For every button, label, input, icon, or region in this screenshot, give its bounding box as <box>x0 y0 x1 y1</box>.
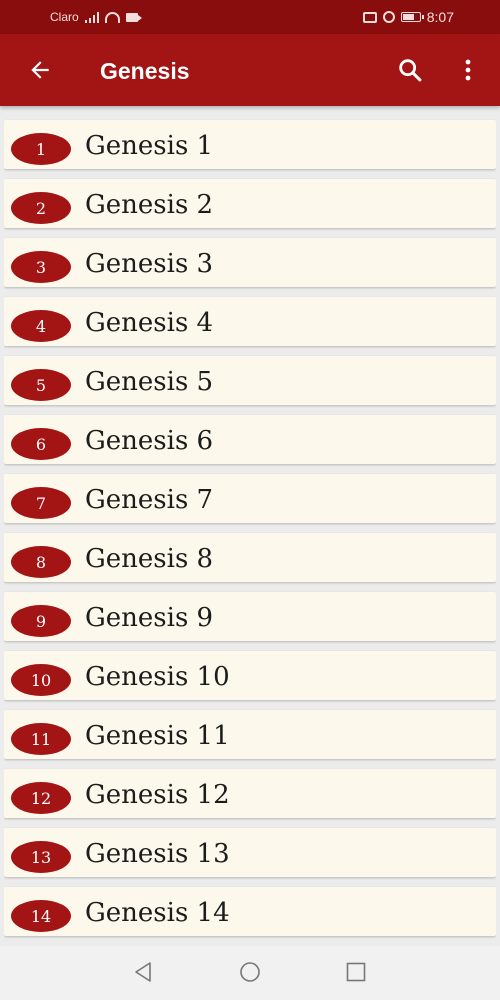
chapter-label: Genesis 10 <box>85 662 230 692</box>
battery-icon <box>400 12 424 22</box>
search-icon <box>399 59 422 82</box>
page-title: Genesis <box>100 58 190 84</box>
chapter-number-badge: 5 <box>11 369 71 401</box>
chapter-list[interactable]: 1 Genesis 1 2 Genesis 2 3 Genesis 3 4 Ge… <box>4 110 496 945</box>
chapter-row-6[interactable]: 6 Genesis 6 <box>4 415 496 464</box>
chapter-row-1[interactable]: 1 Genesis 1 <box>4 120 496 169</box>
chapter-number-badge: 10 <box>11 664 71 696</box>
chapter-row-13[interactable]: 13 Genesis 13 <box>4 828 496 877</box>
status-right: 8:07 <box>362 0 454 34</box>
more-options-button[interactable] <box>456 54 480 86</box>
chapter-label: Genesis 1 <box>85 131 214 161</box>
chapter-number-badge: 13 <box>11 841 71 873</box>
chapter-label: Genesis 11 <box>85 721 230 751</box>
wifi-icon <box>104 11 120 23</box>
chapter-label: Genesis 4 <box>85 308 214 338</box>
chapter-label: Genesis 14 <box>85 898 230 928</box>
chapter-label: Genesis 2 <box>85 190 214 220</box>
signal-icon <box>84 11 99 23</box>
carrier-name: Claro <box>50 10 79 24</box>
chapter-row-7[interactable]: 7 Genesis 7 <box>4 474 496 523</box>
chapter-label: Genesis 5 <box>85 367 214 397</box>
status-left: Claro <box>50 0 142 34</box>
search-button[interactable] <box>394 54 426 86</box>
chapter-row-14[interactable]: 14 Genesis 14 <box>4 887 496 936</box>
chapter-label: Genesis 12 <box>85 780 230 810</box>
alarm-icon <box>382 11 395 23</box>
back-button[interactable] <box>22 52 58 88</box>
chapter-number-badge: 2 <box>11 192 71 224</box>
chapter-label: Genesis 9 <box>85 603 214 633</box>
cast-icon <box>362 11 377 23</box>
chapter-number-badge: 12 <box>11 782 71 814</box>
chapter-number-badge: 9 <box>11 605 71 637</box>
app-bar: Genesis <box>0 34 500 106</box>
chapter-row-3[interactable]: 3 Genesis 3 <box>4 238 496 287</box>
chapter-label: Genesis 13 <box>85 839 230 869</box>
video-icon <box>125 12 142 22</box>
chapter-label: Genesis 3 <box>85 249 214 279</box>
chapter-row-2[interactable]: 2 Genesis 2 <box>4 179 496 228</box>
chapter-row-10[interactable]: 10 Genesis 10 <box>4 651 496 700</box>
chapter-row-11[interactable]: 11 Genesis 11 <box>4 710 496 759</box>
chapter-label: Genesis 6 <box>85 426 214 456</box>
clock: 8:07 <box>426 9 454 25</box>
chapter-number-badge: 14 <box>11 900 71 932</box>
chapter-number-badge: 4 <box>11 310 71 342</box>
chapter-number-badge: 3 <box>11 251 71 283</box>
status-bar: Claro 8:07 <box>0 0 500 34</box>
chapter-number-badge: 7 <box>11 487 71 519</box>
nav-back-icon[interactable] <box>131 960 155 984</box>
nav-home-icon[interactable] <box>238 960 262 984</box>
chapter-label: Genesis 8 <box>85 544 214 574</box>
chapter-number-badge: 6 <box>11 428 71 460</box>
system-nav-bar <box>0 946 500 1000</box>
chapter-row-8[interactable]: 8 Genesis 8 <box>4 533 496 582</box>
nav-recents-icon[interactable] <box>344 960 368 984</box>
chapter-row-12[interactable]: 12 Genesis 12 <box>4 769 496 818</box>
chapter-label: Genesis 7 <box>85 485 214 515</box>
chapter-row-9[interactable]: 9 Genesis 9 <box>4 592 496 641</box>
chapter-row-4[interactable]: 4 Genesis 4 <box>4 297 496 346</box>
chapter-row-5[interactable]: 5 Genesis 5 <box>4 356 496 405</box>
chapter-number-badge: 8 <box>11 546 71 578</box>
back-arrow-icon <box>31 61 49 79</box>
chapter-number-badge: 1 <box>11 133 71 165</box>
chapter-number-badge: 11 <box>11 723 71 755</box>
more-vertical-icon <box>465 59 471 81</box>
